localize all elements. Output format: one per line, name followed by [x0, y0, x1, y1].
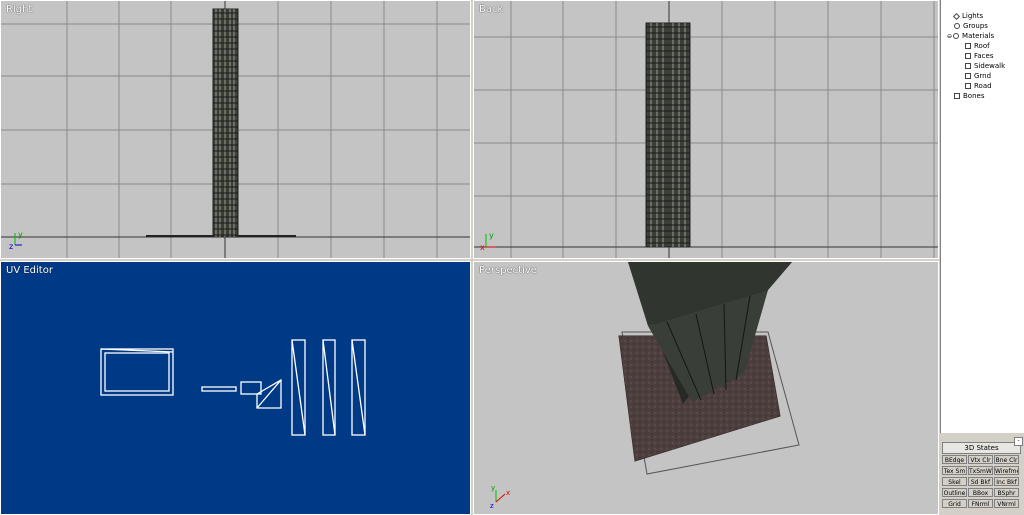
axis-gizmo-icon: y x z — [490, 484, 510, 510]
right-viewport[interactable]: Right y z — [0, 0, 471, 259]
material-icon — [965, 83, 971, 89]
viewport-title: Perspective — [479, 265, 537, 276]
material-icon — [965, 43, 971, 49]
state-toggle-button[interactable]: BBox — [968, 488, 993, 497]
uv-island-small — [240, 381, 262, 395]
state-toggle-button[interactable]: VNrml — [994, 499, 1019, 508]
viewport-title: Back — [479, 4, 504, 15]
axis-gizmo-icon: y z — [9, 230, 23, 251]
axis-gizmo-icon: y x — [480, 231, 496, 252]
state-toggle-button[interactable]: Skel — [942, 477, 967, 486]
back-viewport-scene — [474, 1, 938, 258]
state-toggle-button[interactable]: Outline — [942, 488, 967, 497]
viewport-title: Right — [6, 4, 33, 15]
tree-item-lights[interactable]: Lights — [952, 12, 983, 21]
svg-text:x: x — [480, 243, 485, 252]
state-toggle-button[interactable]: Inc Bkf — [994, 477, 1019, 486]
uv-island-roof — [100, 348, 174, 396]
light-icon — [952, 12, 961, 20]
materials-icon — [953, 33, 960, 39]
scene-tree-panel[interactable]: Lights Groups ⊖ Materials Roof Faces Side… — [940, 0, 1024, 433]
material-icon — [965, 63, 971, 69]
state-toggle-button[interactable]: Sd Bkf — [968, 477, 993, 486]
svg-text:z: z — [490, 502, 494, 510]
state-toggle-button[interactable]: BEdge — [942, 455, 967, 464]
material-icon — [965, 53, 971, 59]
state-toggle-button[interactable]: Vtx Clr — [968, 455, 993, 464]
uv-islands — [100, 339, 366, 436]
state-toggle-button[interactable]: Wirefme — [994, 466, 1019, 475]
svg-text:z: z — [9, 242, 13, 251]
perspective-viewport[interactable]: Perspective y x z — [473, 261, 939, 515]
tree-item-bones[interactable]: Bones — [954, 92, 984, 101]
svg-text:y: y — [491, 484, 495, 492]
svg-text:y: y — [489, 231, 494, 240]
tree-item-roof[interactable]: Roof — [965, 42, 990, 51]
tree-item-grnd[interactable]: Grnd — [965, 72, 991, 81]
collapse-icon[interactable]: - — [1014, 437, 1023, 446]
tree-item-groups[interactable]: Groups — [954, 22, 988, 31]
tree-item-road[interactable]: Road — [965, 82, 992, 91]
state-toggle-button[interactable]: Bne Clr — [994, 455, 1019, 464]
perspective-scene — [618, 262, 800, 475]
material-icon — [965, 73, 971, 79]
state-toggle-button[interactable]: BSphr — [994, 488, 1019, 497]
expand-icon[interactable]: ⊖ — [947, 33, 952, 40]
svg-text:x: x — [506, 489, 510, 497]
bones-icon — [954, 93, 960, 99]
right-viewport-scene — [1, 1, 470, 258]
state-toggle-button[interactable]: Grid — [942, 499, 967, 508]
svg-text:y: y — [18, 230, 23, 239]
uv-island-strip — [201, 386, 237, 392]
group-icon — [954, 23, 960, 29]
state-toggle-button[interactable]: Tex Sm — [942, 466, 967, 475]
tree-item-faces[interactable]: Faces — [965, 52, 993, 61]
back-viewport[interactable]: Back y x — [473, 0, 939, 259]
state-toggle-button[interactable]: TxSmWr — [968, 466, 993, 475]
tree-item-materials[interactable]: ⊖ Materials — [947, 32, 994, 41]
states-title[interactable]: 3D States — [942, 442, 1021, 454]
viewport-title: UV Editor — [6, 265, 53, 276]
uv-editor-viewport[interactable]: UV Editor — [0, 261, 471, 515]
state-toggle-button[interactable]: FNrml — [968, 499, 993, 508]
tree-item-sidewalk[interactable]: Sidewalk — [965, 62, 1005, 71]
